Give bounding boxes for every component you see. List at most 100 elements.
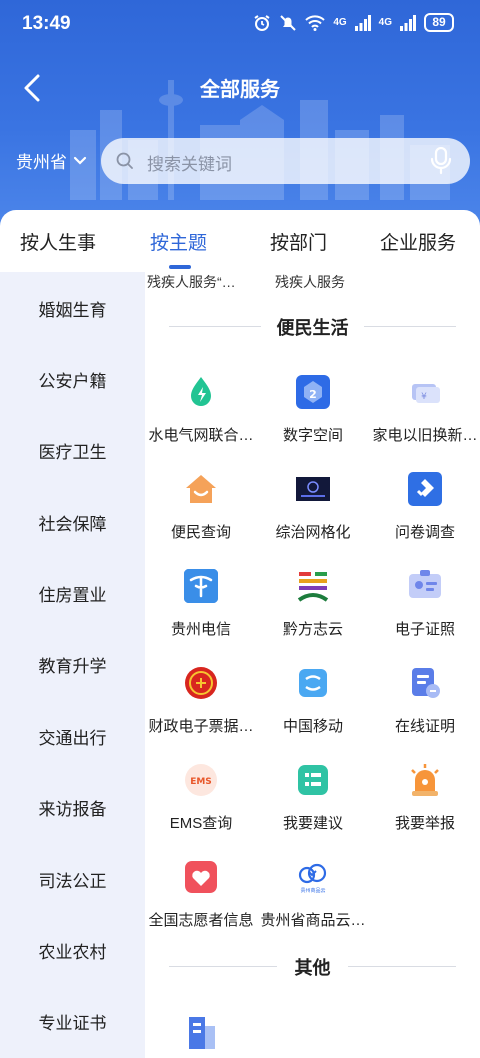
cloud-caption: 贵州商品云 bbox=[300, 887, 325, 894]
sidebar-item-judicial[interactable]: 司法公正 bbox=[0, 867, 145, 892]
service-label: 在线证明 bbox=[394, 718, 455, 735]
signal-icon-1 bbox=[354, 14, 371, 31]
sidebar-item-transport[interactable]: 交通出行 bbox=[0, 724, 145, 749]
service-report[interactable]: 我要举报 bbox=[369, 762, 480, 852]
service-label: 便民查询 bbox=[170, 524, 231, 541]
status-icons: 4G 4G 89 bbox=[253, 13, 454, 32]
service-convenience-query[interactable]: 便民查询 bbox=[145, 471, 257, 561]
region-label: 贵州省 bbox=[16, 153, 67, 172]
signal-icon-2 bbox=[400, 14, 416, 31]
service-fiscal-einvoice[interactable]: 财政电子票据… bbox=[145, 665, 257, 755]
service-label: EMS查询 bbox=[169, 815, 233, 832]
china-mobile-icon bbox=[299, 669, 327, 697]
service-disability-2[interactable]: 残疾人服务 bbox=[275, 272, 345, 292]
ems-icon: EMS bbox=[185, 764, 217, 796]
search-bar[interactable]: 搜索关键词 bbox=[101, 138, 470, 184]
grid-management-icon bbox=[296, 477, 330, 501]
service-label: 中国移动 bbox=[282, 718, 343, 735]
service-grid-management[interactable]: 综治网格化 bbox=[257, 471, 369, 561]
service-label: 全国志愿者信息 bbox=[148, 912, 254, 929]
wifi-icon bbox=[305, 14, 326, 31]
header: 13:49 4G 4G 89 全部服务 贵州省 搜索关键词 bbox=[0, 0, 480, 232]
service-appliance-tradein[interactable]: ¥ 家电以旧换新… bbox=[369, 374, 480, 464]
page-title: 全部服务 bbox=[200, 79, 280, 101]
tab-by-department[interactable]: 按部门 bbox=[270, 228, 327, 255]
service-label: 家电以旧换新… bbox=[372, 427, 478, 444]
service-label: 水电气网联合… bbox=[148, 427, 254, 444]
digital-space-icon: 2 bbox=[296, 375, 330, 409]
tab-by-life-event[interactable]: 按人生事 bbox=[20, 228, 96, 255]
service-qianfangzhi[interactable]: 黔方志云 bbox=[257, 568, 369, 658]
sidebar-item-certificates[interactable]: 专业证书 bbox=[0, 1009, 145, 1034]
search-icon bbox=[116, 152, 133, 169]
service-utilities[interactable]: 水电气网联合… bbox=[145, 374, 257, 464]
sidebar-item-marriage[interactable]: 婚姻生育 bbox=[0, 296, 145, 321]
service-disability-1[interactable]: 残疾人服务“… bbox=[147, 272, 236, 292]
section-header-convenience: 便民生活 bbox=[145, 314, 480, 338]
questionnaire-icon bbox=[408, 472, 442, 506]
active-tab-indicator bbox=[169, 265, 191, 269]
theme-sidebar: 婚姻生育 公安户籍 医疗卫生 社会保障 住房置业 教育升学 交通出行 来访报备 … bbox=[0, 272, 145, 1058]
water-drop-icon bbox=[191, 377, 211, 406]
section-title: 其他 bbox=[294, 958, 331, 978]
chevron-down-icon bbox=[73, 156, 87, 165]
sidebar-item-education[interactable]: 教育升学 bbox=[0, 652, 145, 677]
service-label: 电子证照 bbox=[394, 621, 455, 638]
svg-text:EMS: EMS bbox=[190, 777, 212, 787]
alarm-icon bbox=[411, 764, 439, 796]
category-tabs: 按人生事 按主题 按部门 企业服务 bbox=[0, 210, 480, 272]
search-input[interactable]: 搜索关键词 bbox=[147, 150, 232, 175]
sidebar-item-medical[interactable]: 医疗卫生 bbox=[0, 438, 145, 463]
network-label-2: 4G bbox=[378, 17, 392, 28]
sidebar-item-housing[interactable]: 住房置业 bbox=[0, 581, 145, 606]
service-label: 综治网格化 bbox=[275, 524, 351, 541]
building-icon bbox=[189, 1017, 215, 1049]
service-china-mobile[interactable]: 中国移动 bbox=[257, 665, 369, 755]
sidebar-item-household[interactable]: 公安户籍 bbox=[0, 367, 145, 392]
service-volunteer-info[interactable]: 全国志愿者信息 bbox=[145, 859, 257, 949]
service-guizhou-telecom[interactable]: 贵州电信 bbox=[145, 568, 257, 658]
svg-text:2: 2 bbox=[309, 388, 317, 401]
status-time: 13:49 bbox=[22, 13, 71, 34]
service-online-certificate[interactable]: 在线证明 bbox=[369, 665, 480, 755]
alarm-clock-icon bbox=[254, 14, 270, 31]
service-ems-query[interactable]: EMS EMS查询 bbox=[145, 762, 257, 852]
status-bar: 13:49 4G 4G 89 bbox=[0, 0, 480, 50]
sidebar-item-social-security[interactable]: 社会保障 bbox=[0, 510, 145, 535]
heart-icon bbox=[185, 861, 217, 893]
cloud-icon: 贵州商品云 bbox=[298, 863, 327, 894]
service-other-building[interactable] bbox=[145, 1014, 257, 1058]
service-label: 我要建议 bbox=[282, 815, 343, 832]
sidebar-item-agriculture[interactable]: 农业农村 bbox=[0, 938, 145, 963]
service-label: 贵州省商品云… bbox=[260, 912, 366, 929]
house-smile-icon bbox=[186, 475, 216, 503]
mute-bell-icon bbox=[280, 14, 297, 31]
sidebar-item-visitor[interactable]: 来访报备 bbox=[0, 795, 145, 820]
tab-by-theme[interactable]: 按主题 bbox=[150, 228, 207, 255]
suggestion-icon bbox=[298, 765, 328, 795]
region-selector[interactable]: 贵州省 bbox=[16, 148, 87, 173]
service-label: 黔方志云 bbox=[282, 621, 343, 638]
section-header-other: 其他 bbox=[145, 954, 480, 978]
tab-enterprise-services[interactable]: 企业服务 bbox=[380, 228, 456, 255]
service-label: 问卷调查 bbox=[394, 524, 455, 541]
battery-indicator: 89 bbox=[424, 13, 454, 32]
emblem-icon bbox=[185, 667, 217, 699]
service-list: 残疾人服务“… 残疾人服务 便民生活 水电气网联合… 2 数字空间 ¥ 家电以旧… bbox=[145, 272, 480, 1058]
document-icon bbox=[412, 668, 440, 698]
service-label: 数字空间 bbox=[282, 427, 343, 444]
svg-text:¥: ¥ bbox=[421, 392, 427, 402]
section-title: 便民生活 bbox=[276, 318, 349, 338]
service-questionnaire[interactable]: 问卷调查 bbox=[369, 471, 480, 561]
service-commodity-cloud[interactable]: 贵州商品云 贵州省商品云… bbox=[257, 859, 369, 949]
microphone-icon[interactable] bbox=[430, 147, 452, 175]
china-telecom-icon bbox=[184, 569, 218, 603]
ticket-icon: ¥ bbox=[412, 384, 440, 403]
service-label: 贵州电信 bbox=[170, 621, 231, 638]
service-e-license[interactable]: 电子证照 bbox=[369, 568, 480, 658]
service-suggestion[interactable]: 我要建议 bbox=[257, 762, 369, 852]
network-label-1: 4G bbox=[333, 17, 347, 28]
qianfangzhi-icon bbox=[297, 570, 329, 602]
service-digital-space[interactable]: 2 数字空间 bbox=[257, 374, 369, 464]
service-label: 我要举报 bbox=[394, 815, 455, 832]
